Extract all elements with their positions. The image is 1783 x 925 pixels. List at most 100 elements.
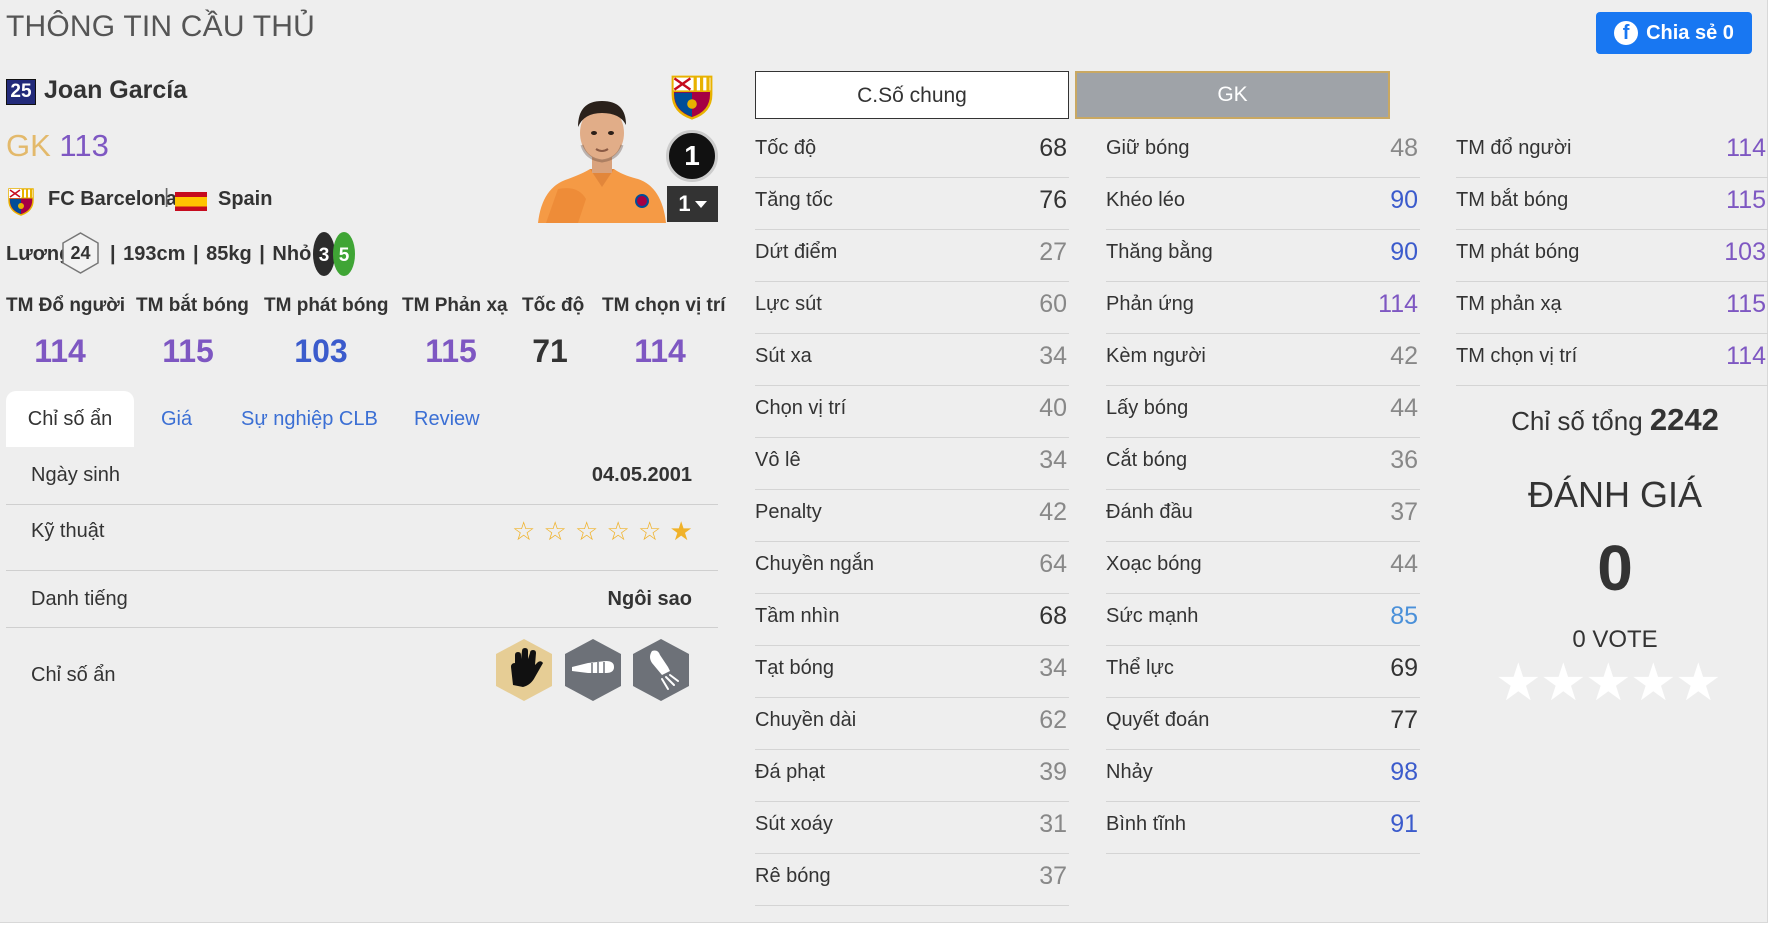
stat-value: 31 — [1039, 810, 1067, 838]
stat-name: TM bắt bóng — [1456, 189, 1569, 211]
stat-value: 85 — [1390, 602, 1418, 630]
stat-row: TM chọn vị trí 114 — [1456, 334, 1768, 386]
separator: | — [164, 186, 170, 208]
stat-row: Penalty 42 — [755, 490, 1069, 542]
goalkeeper-glove-gold-icon[interactable] — [493, 637, 555, 703]
player-number-badge: 25 — [6, 79, 36, 105]
stat-value: 37 — [1039, 862, 1067, 890]
chevron-down-icon — [694, 200, 707, 208]
star-outline-icon: ☆ — [606, 516, 630, 546]
stat-row: Giữ bóng 48 — [1106, 126, 1420, 178]
pos-stat-value: 114 — [34, 333, 86, 369]
stat-value: 90 — [1390, 238, 1418, 266]
stat-name: Sức mạnh — [1106, 605, 1199, 627]
pos-stat-label: TM bắt bóng — [136, 295, 249, 316]
player-info-panel: THÔNG TIN CẦU THỦ f Chia sẻ 0 25 Joan Ga… — [0, 0, 1768, 923]
tab-price[interactable]: Giá — [161, 391, 192, 447]
stat-value: 27 — [1039, 238, 1067, 266]
stat-value: 64 — [1039, 550, 1067, 578]
stat-row: Phản ứng 114 — [1106, 282, 1420, 334]
right-foot-value: 5 — [339, 245, 350, 266]
stat-row: Đánh đầu 37 — [1106, 490, 1420, 542]
stat-row: TM phản xạ 115 — [1456, 282, 1768, 334]
left-foot-value: 3 — [319, 245, 330, 266]
vote-star-icon[interactable]: ★ — [1675, 657, 1722, 709]
stat-row: Khéo léo 90 — [1106, 178, 1420, 230]
tab-review[interactable]: Review — [414, 391, 480, 447]
vote-count: 0 VOTE — [1572, 626, 1658, 653]
club-crest-large-icon — [671, 75, 713, 120]
birth-label: Ngày sinh — [31, 464, 120, 486]
salary-value: 24 — [70, 243, 90, 263]
stat-value: 115 — [1726, 290, 1766, 318]
stat-value: 114 — [1378, 290, 1418, 318]
stat-value: 48 — [1390, 134, 1418, 162]
glove-throw-icon[interactable] — [630, 637, 692, 703]
stat-row: Sút xa 34 — [755, 334, 1069, 386]
stat-name: Bình tĩnh — [1106, 813, 1187, 835]
hidden-stats-panel: Ngày sinh 04.05.2001 Kỹ thuật ☆ ☆ ☆ ☆ ☆ ★ Dan… — [6, 447, 718, 727]
stat-value: 39 — [1039, 758, 1067, 786]
stat-row: Dứt điểm 27 — [755, 230, 1069, 282]
star-filled-icon: ★ — [669, 516, 693, 546]
vote-star-icon[interactable]: ★ — [1540, 657, 1587, 709]
stat-name: Quyết đoán — [1106, 709, 1210, 731]
stat-value: 34 — [1039, 342, 1067, 370]
vote-star-icon[interactable]: ★ — [1630, 657, 1677, 709]
glove-punch-icon[interactable] — [562, 637, 624, 703]
level-select-value: 1 — [678, 191, 691, 216]
country-name: Spain — [218, 188, 273, 210]
position-ovr: GK 113 — [6, 128, 109, 164]
stat-name: Kèm người — [1106, 345, 1206, 367]
stat-row: TM đổ người 114 — [1456, 126, 1768, 178]
stat-name: Xoạc bóng — [1106, 553, 1202, 575]
stat-name: Sút xoáy — [755, 813, 833, 835]
pos-stat-label: Tốc độ — [522, 295, 585, 316]
stat-row: Sút xoáy 31 — [755, 802, 1069, 854]
traits-label: Chỉ số ẩn — [31, 664, 116, 686]
stat-row: Cắt bóng 36 — [1106, 438, 1420, 490]
stat-row: Chuyền ngắn 64 — [755, 542, 1069, 594]
pos-stat-value: 115 — [425, 333, 477, 369]
fame-label: Danh tiếng — [31, 588, 128, 610]
stat-name: Rê bóng — [755, 865, 831, 887]
vote-star-icon[interactable]: ★ — [1585, 657, 1632, 709]
stat-row: Chuyền dài 62 — [755, 698, 1069, 750]
vote-star-icon[interactable]: ★ — [1495, 657, 1542, 709]
facebook-share-button[interactable]: f Chia sẻ 0 — [1596, 12, 1752, 54]
stat-name: Cắt bóng — [1106, 449, 1188, 471]
total-value: 2242 — [1649, 402, 1719, 437]
stat-row: Kèm người 42 — [1106, 334, 1420, 386]
club-crest-icon[interactable] — [6, 186, 36, 216]
stat-name: Lấy bóng — [1106, 397, 1189, 419]
stat-name: Vô lê — [755, 449, 801, 471]
stat-name: Tốc độ — [755, 137, 817, 159]
mode-general-button[interactable]: C.Số chung — [755, 71, 1069, 119]
stat-value: 114 — [1726, 134, 1766, 162]
stat-row: Bình tĩnh 91 — [1106, 802, 1420, 854]
stat-name: Tăng tốc — [755, 189, 833, 211]
stat-name: Đá phạt — [755, 761, 826, 783]
stat-name: Lực sút — [755, 293, 822, 315]
stat-value: 37 — [1390, 498, 1418, 526]
stat-name: Tạt bóng — [755, 657, 834, 679]
stat-name: Dứt điểm — [755, 241, 838, 263]
tab-club-career[interactable]: Sự nghiệp CLB — [241, 391, 378, 447]
vote-stars: ★ ★ ★ ★ ★ — [1495, 657, 1735, 709]
player-name: Joan García — [44, 76, 188, 104]
stat-value: 60 — [1039, 290, 1067, 318]
star-outline-icon: ☆ — [575, 516, 599, 546]
stat-value: 44 — [1390, 550, 1418, 578]
salary-hexagon: 24 — [62, 232, 99, 274]
mode-gk-button[interactable]: GK — [1075, 71, 1390, 119]
stat-value: 68 — [1039, 134, 1067, 162]
stat-value: 76 — [1039, 186, 1067, 214]
stat-name: Thể lực — [1106, 657, 1174, 679]
stat-name: Penalty — [755, 501, 822, 523]
club-name[interactable]: FC Barcelona — [48, 188, 177, 211]
fame-value: Ngôi sao — [607, 588, 692, 610]
tab-hidden-stats[interactable]: Chỉ số ẩn — [6, 391, 134, 447]
stat-name: TM phản xạ — [1456, 293, 1562, 315]
upgrade-level-select[interactable]: 1 — [667, 186, 718, 222]
stat-row: Lấy bóng 44 — [1106, 386, 1420, 438]
